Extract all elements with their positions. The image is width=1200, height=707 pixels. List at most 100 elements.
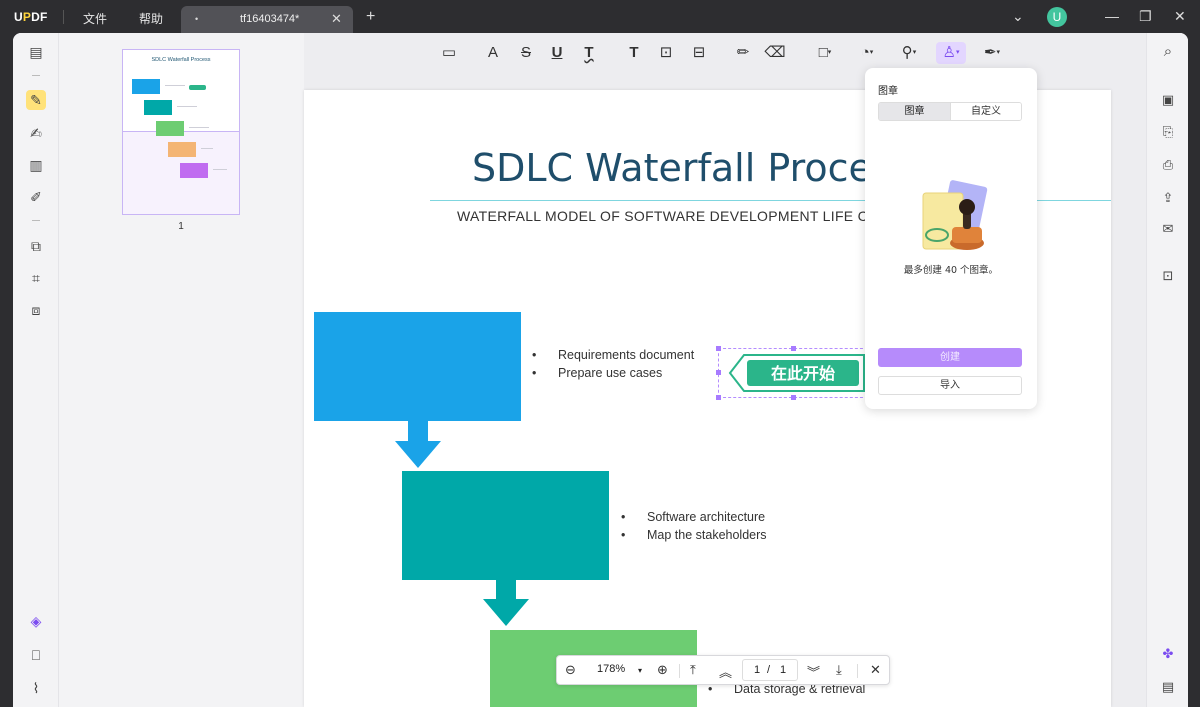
- stamp-limit-note: 最多创建 40 个图章。: [903, 265, 999, 276]
- chevron-down-icon: ▾: [912, 49, 917, 57]
- search-icon[interactable]: ⌕: [1158, 42, 1178, 62]
- create-stamp-button[interactable]: 创建: [878, 348, 1022, 367]
- right-toolbar: ⌕ ▣ ⎘ ⎙ ⇪ ✉ ⊡ ✤ ▤: [1146, 33, 1188, 707]
- thumbnail-page-number: 1: [178, 221, 184, 232]
- eraser-icon[interactable]: ⌫: [764, 42, 786, 64]
- zoom-bar-divider: [857, 664, 858, 678]
- resize-handle[interactable]: [716, 370, 721, 375]
- tab-stamps[interactable]: 图章: [879, 103, 950, 120]
- close-window-button[interactable]: ✕: [1174, 8, 1186, 25]
- ocr-icon[interactable]: ▣: [1158, 90, 1178, 110]
- last-page-icon[interactable]: ⤓: [836, 662, 842, 678]
- compress-icon[interactable]: ⧈: [26, 300, 46, 320]
- zoom-bar: ⊖ 178% ▾ ⊕ ⤒ ︽ 1 / 1 ︾ ⤓ ✕: [556, 655, 890, 685]
- thumbnail-step-2: [144, 100, 172, 115]
- stamp-tabs: 图章 自定义: [878, 102, 1022, 121]
- tab-title: tf16403474*: [240, 13, 300, 25]
- resize-handle[interactable]: [716, 346, 721, 351]
- minimize-button[interactable]: —: [1105, 8, 1119, 24]
- avatar[interactable]: U: [1047, 7, 1067, 27]
- chevron-down-icon: ▾: [827, 49, 832, 57]
- page-thumbnail[interactable]: SDLC Waterfall Process: [122, 49, 240, 215]
- convert-icon[interactable]: ⎘: [1158, 122, 1178, 142]
- note-icon[interactable]: ▭: [438, 42, 460, 64]
- comments-icon[interactable]: ▤: [1158, 677, 1178, 697]
- organize-pages-icon[interactable]: ⧉: [26, 236, 46, 256]
- ai-assistant-icon[interactable]: ✤: [1158, 644, 1178, 664]
- page-separator: /: [767, 664, 771, 676]
- reader-icon[interactable]: ▤: [26, 42, 46, 62]
- attachment-icon[interactable]: ⌇: [26, 678, 46, 698]
- pencil-icon[interactable]: ✏: [732, 42, 754, 64]
- edit-pdf-icon[interactable]: ✍: [26, 123, 46, 143]
- zoom-level[interactable]: 178%: [597, 663, 625, 675]
- thumbnail-panel: SDLC Waterfall Process 1: [60, 33, 304, 707]
- document-tab[interactable]: • tf16403474* ✕: [181, 6, 353, 34]
- sticker-icon: ◔: [860, 44, 870, 61]
- page-layout-icon[interactable]: ▥: [26, 155, 46, 175]
- crop-icon[interactable]: ⌗: [26, 268, 46, 288]
- share-icon[interactable]: ⇪: [1158, 188, 1178, 208]
- new-tab-button[interactable]: +: [366, 8, 375, 26]
- layers-icon[interactable]: ◈: [26, 611, 46, 631]
- squiggly-icon[interactable]: T: [578, 42, 600, 64]
- signature-button[interactable]: ✒▾: [978, 42, 1006, 64]
- chevron-down-icon[interactable]: ▾: [638, 666, 642, 675]
- total-pages: 1: [780, 664, 787, 676]
- left-toolbar-divider: [32, 75, 40, 76]
- highlight-icon[interactable]: A: [482, 42, 504, 64]
- left-toolbar-divider: [32, 220, 40, 221]
- bookmark-icon[interactable]: ⎕: [26, 645, 46, 665]
- email-icon[interactable]: ✉: [1158, 219, 1178, 239]
- textbox-icon[interactable]: ⊡: [655, 42, 677, 64]
- text-icon[interactable]: T: [623, 42, 645, 64]
- signature-icon: ✒: [983, 44, 997, 61]
- strikethrough-icon[interactable]: S: [515, 42, 537, 64]
- list-item: Prepare use cases: [532, 366, 694, 384]
- stamp-illustration-icon: [922, 180, 988, 250]
- menu-file[interactable]: 文件: [83, 10, 107, 27]
- menu-help[interactable]: 帮助: [139, 10, 163, 27]
- thumbnail-text-line: [213, 169, 227, 170]
- import-stamp-button[interactable]: 导入: [878, 376, 1022, 395]
- form-icon[interactable]: ✐: [26, 187, 46, 207]
- sticker-button[interactable]: ◔▾: [853, 42, 881, 64]
- page-title: SDLC Waterfall Process: [472, 146, 912, 190]
- stamp-icon: ♙: [942, 44, 956, 61]
- close-icon[interactable]: ✕: [870, 662, 881, 678]
- restore-button[interactable]: ❐: [1139, 8, 1152, 25]
- pin-icon: ⚲: [901, 44, 913, 61]
- shape-button[interactable]: □▾: [811, 42, 839, 64]
- resize-handle[interactable]: [791, 346, 796, 351]
- page-number-input[interactable]: 1 / 1: [742, 659, 798, 681]
- chevron-down-icon: ▾: [996, 49, 1001, 57]
- first-page-icon[interactable]: ⤒: [690, 662, 696, 678]
- stamp-button[interactable]: ♙▾: [936, 42, 966, 64]
- resize-handle[interactable]: [791, 395, 796, 400]
- thumbnail-stamp: [189, 85, 206, 90]
- stamp-panel-title: 图章: [878, 86, 898, 97]
- underline-icon[interactable]: U: [546, 42, 568, 64]
- text-callout-icon[interactable]: ⊟: [688, 42, 710, 64]
- stamp-text: 在此开始: [770, 364, 835, 383]
- prev-page-icon[interactable]: ︽: [719, 662, 732, 681]
- protect-icon[interactable]: ⎙: [1158, 155, 1178, 175]
- zoom-in-icon[interactable]: ⊕: [657, 662, 668, 678]
- next-page-icon[interactable]: ︾: [807, 662, 820, 681]
- chevron-down-icon[interactable]: ⌄: [1012, 8, 1024, 25]
- chevron-down-icon: ▾: [869, 49, 874, 57]
- logo-letters-df: DF: [31, 10, 48, 24]
- thumbnail-step-5: [180, 163, 208, 178]
- title-bar: UPDF 文件 帮助 • tf16403474* ✕ + ⌄ U — ❐ ✕: [0, 0, 1200, 34]
- save-icon[interactable]: ⊡: [1158, 266, 1178, 286]
- arrow-down-icon: [483, 579, 529, 626]
- pin-button[interactable]: ⚲▾: [895, 42, 923, 64]
- thumbnail-step-1: [132, 79, 160, 94]
- annotation-toolbar: ▭ A S U T T ⊡ ⊟ ✏ ⌫ □▾ ◔▾ ⚲▾ ♙▾ ✒▾: [304, 33, 1146, 73]
- highlight-comment-icon[interactable]: ✎: [26, 90, 46, 110]
- left-toolbar: ▤ ✎ ✍ ▥ ✐ ⧉ ⌗ ⧈ ◈ ⎕ ⌇: [13, 33, 59, 707]
- tab-custom[interactable]: 自定义: [950, 103, 1021, 120]
- resize-handle[interactable]: [716, 395, 721, 400]
- zoom-out-icon[interactable]: ⊖: [565, 662, 576, 678]
- tab-close-icon[interactable]: ✕: [331, 11, 342, 27]
